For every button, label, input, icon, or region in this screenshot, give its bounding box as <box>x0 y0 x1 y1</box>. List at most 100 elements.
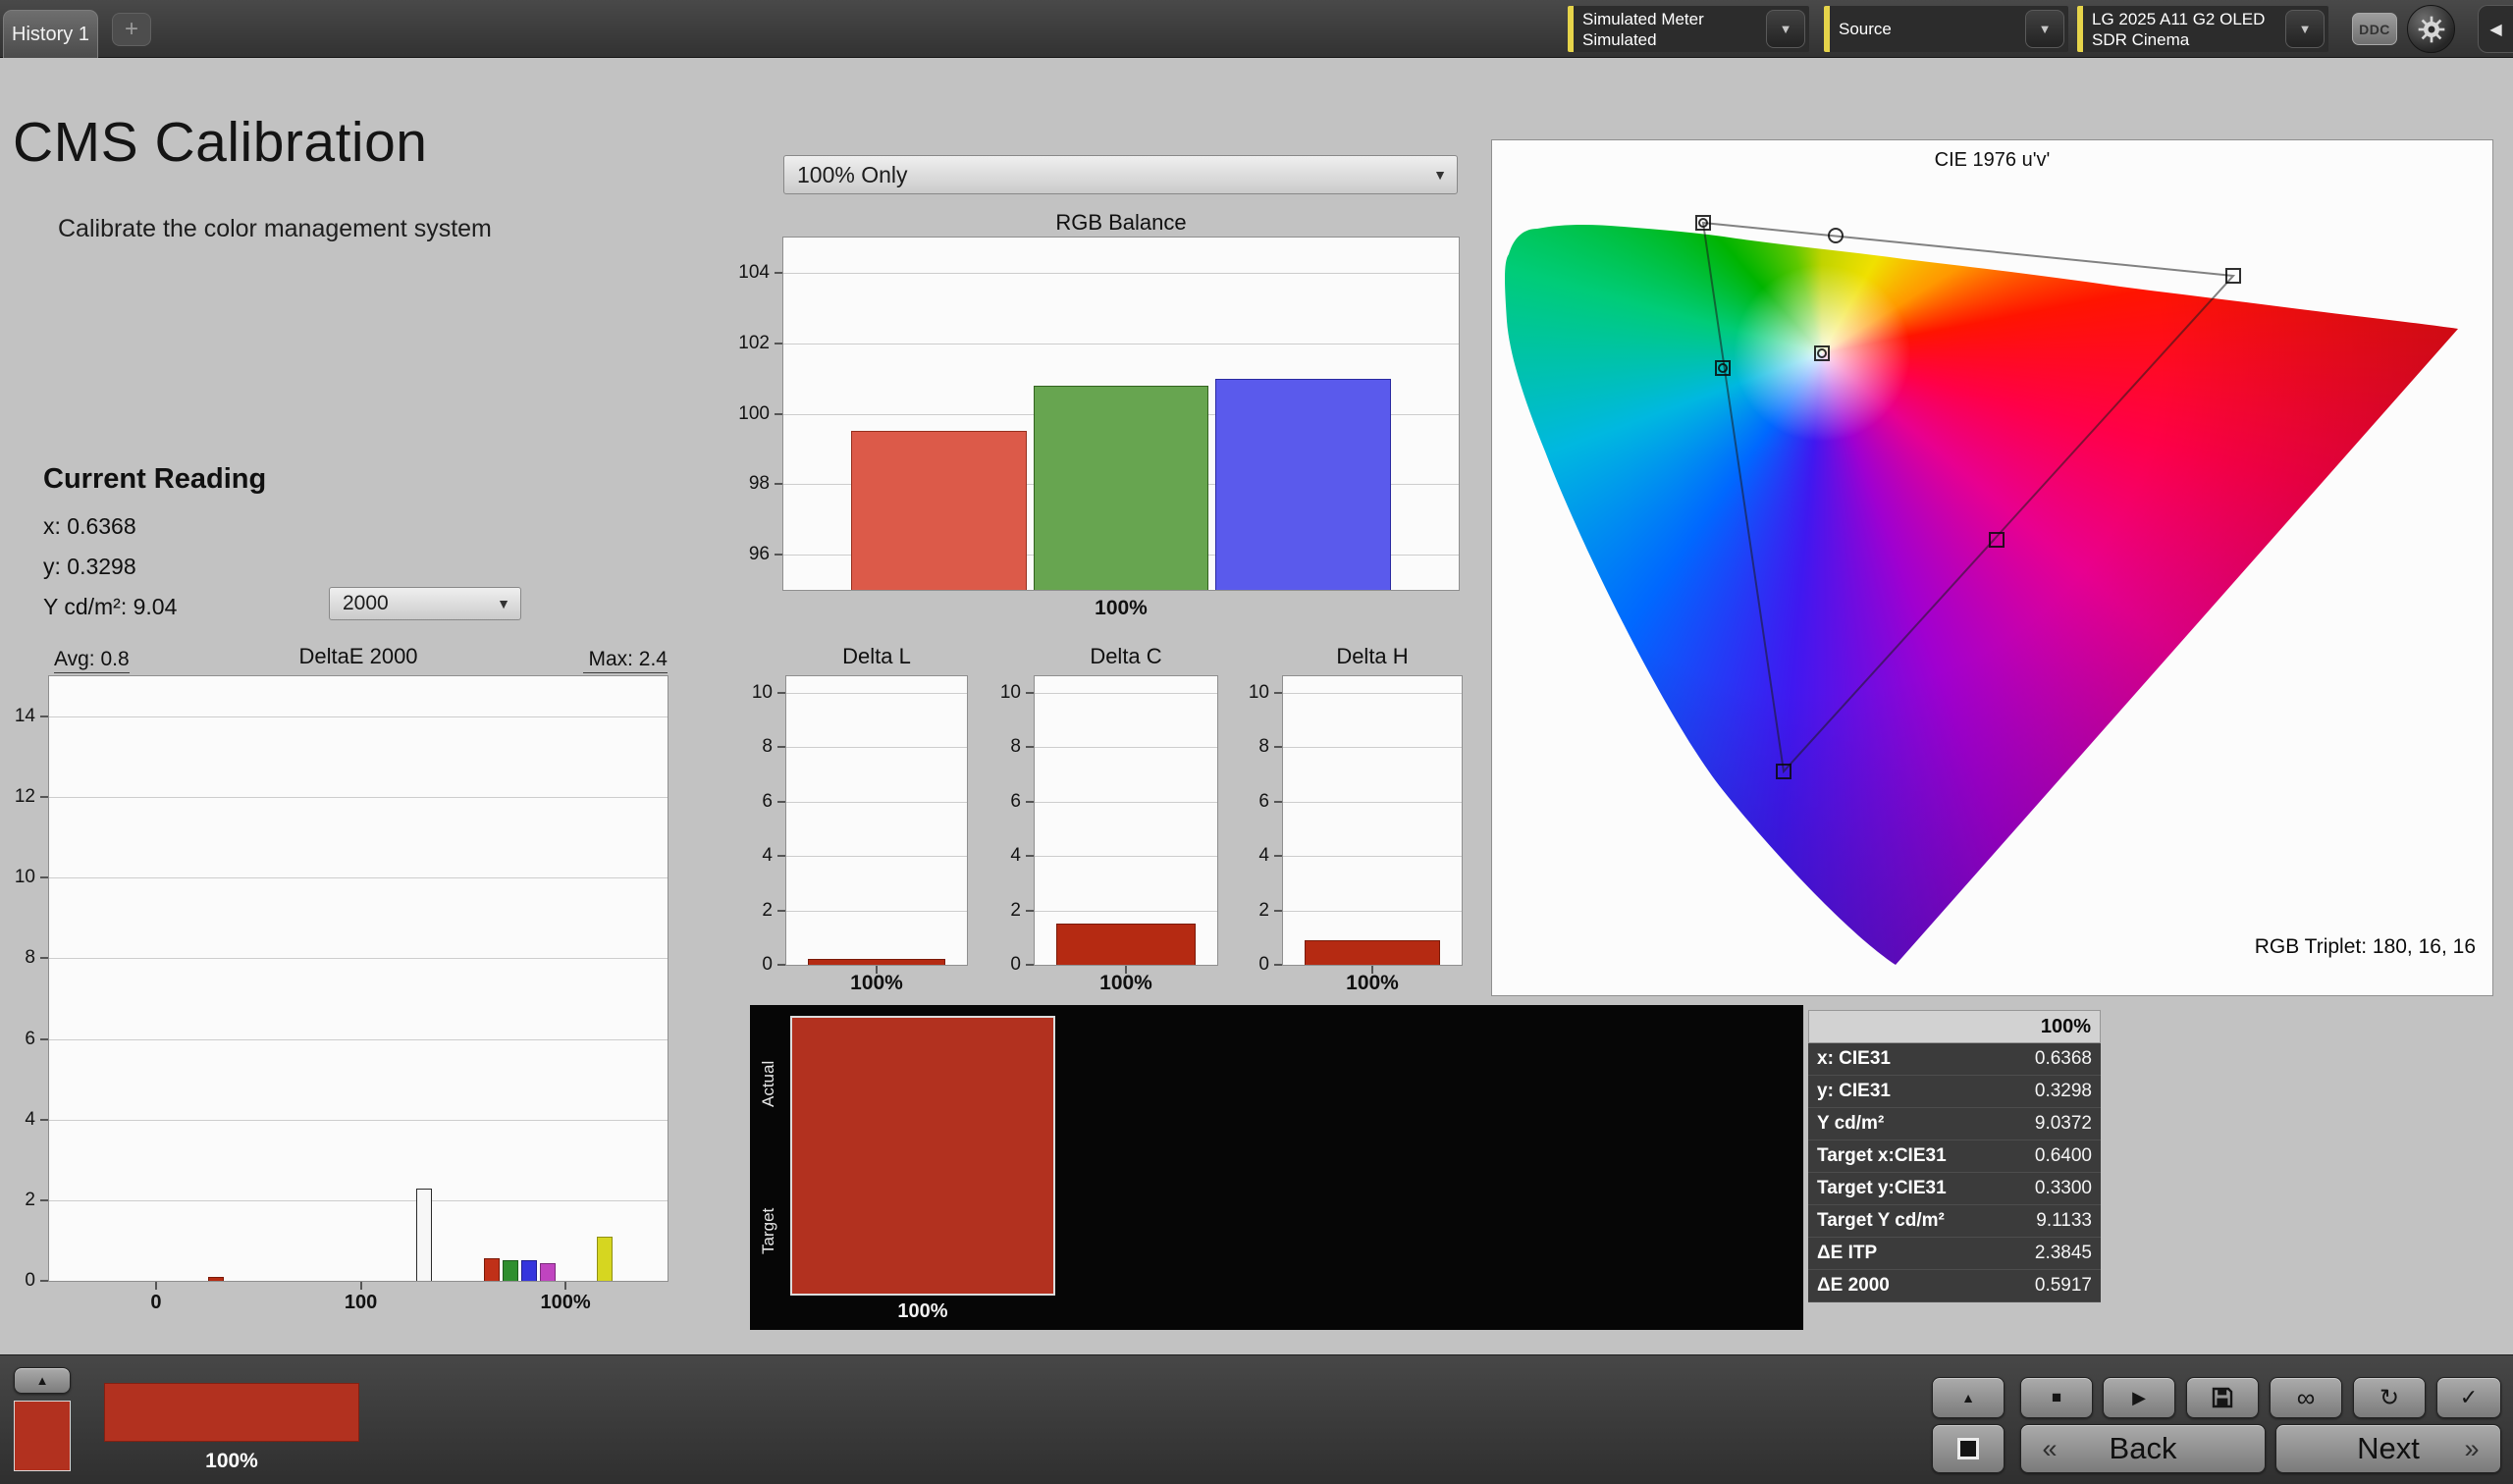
y-tick-label: 14 <box>15 706 35 727</box>
calman-window: History 1 + Simulated Meter Simulated ▼ … <box>0 0 2513 1484</box>
row-label: Target x:CIE31 <box>1817 1145 1947 1167</box>
y-tick-mark <box>40 1038 48 1040</box>
x-tick-mark <box>360 1282 362 1290</box>
gridline <box>1283 856 1462 857</box>
y-tick-mark <box>1026 692 1034 694</box>
y-tick-mark <box>775 483 782 485</box>
display-dropdown-arrow[interactable]: ▼ <box>2285 10 2325 48</box>
levels-filter-dropdown[interactable]: 100% Only ▼ <box>783 155 1458 194</box>
y-tick-label: 10 <box>1249 682 1269 704</box>
y-tick-mark <box>1274 910 1282 912</box>
source-dropdown-arrow[interactable]: ▼ <box>2025 10 2064 48</box>
accept-button[interactable]: ✓ <box>2436 1377 2501 1418</box>
y-tick-label: 98 <box>749 473 770 495</box>
display-dropdown[interactable]: LG 2025 A11 G2 OLED SDR Cinema ▼ <box>2077 6 2328 52</box>
bar-sample <box>1056 924 1195 965</box>
y-axis-tick: 10 <box>752 682 786 704</box>
y-axis-tick: 6 <box>1010 791 1035 813</box>
meter-dropdown[interactable]: Simulated Meter Simulated ▼ <box>1568 6 1809 52</box>
gridline <box>49 797 668 798</box>
x-tick-label: 100 <box>345 1292 377 1314</box>
y-axis-tick: 10 <box>1000 682 1035 704</box>
row-value: 0.3298 <box>2035 1081 2092 1102</box>
row-label: ΔE 2000 <box>1817 1275 1890 1297</box>
ddc-button[interactable]: DDC <box>2352 13 2397 45</box>
y-tick-mark <box>775 554 782 556</box>
gamut-triangle <box>1703 223 2233 771</box>
y-axis-tick: 6 <box>1258 791 1283 813</box>
tab-history-1[interactable]: History 1 <box>3 10 98 58</box>
x-tick-mark <box>155 1282 157 1290</box>
pattern-swatch-current[interactable] <box>104 1383 359 1442</box>
deltae-max-stat: Max: 2.4 <box>583 648 668 673</box>
gridline <box>786 911 967 912</box>
play-button[interactable]: ▶ <box>2103 1377 2175 1418</box>
gridline <box>1283 693 1462 694</box>
rgb-triplet-label: RGB Triplet: 180, 16, 16 <box>2255 935 2476 959</box>
gear-icon <box>2416 14 2447 45</box>
rgb-balance-chart: 9698100102104 <box>782 237 1460 591</box>
y-tick-label: 4 <box>25 1109 35 1131</box>
table-row: x: CIE310.6368 <box>1808 1043 2101 1076</box>
delta-c-chart: 0246810 <box>1034 675 1218 966</box>
y-tick-mark <box>775 343 782 344</box>
row-value: 9.1133 <box>2036 1210 2092 1232</box>
levels-filter-value: 100% Only <box>797 162 908 188</box>
pattern-list-up-button[interactable]: ▲ <box>14 1367 71 1394</box>
cie-marker-green-target <box>1828 228 1844 243</box>
measured-color-patch <box>790 1016 1055 1296</box>
double-chevron-right-icon: » <box>2459 1434 2485 1464</box>
y-axis-tick: 6 <box>762 791 786 813</box>
source-dropdown-label: Source <box>1830 19 1892 39</box>
y-axis-tick: 100 <box>738 403 783 425</box>
pattern-swatch-small[interactable] <box>14 1401 71 1471</box>
play-icon: ▶ <box>2132 1388 2146 1408</box>
y-axis-tick: 8 <box>762 736 786 758</box>
pattern-window-button[interactable] <box>1932 1424 2005 1473</box>
next-button[interactable]: Next » <box>2275 1424 2501 1473</box>
pattern-window-icon <box>1957 1438 1979 1459</box>
y-axis-tick: 4 <box>762 845 786 867</box>
current-reading-x: x: 0.6368 <box>43 513 136 540</box>
save-button[interactable] <box>2186 1377 2259 1418</box>
collapse-panel-button[interactable]: ◀ <box>2478 5 2513 53</box>
table-row: Target x:CIE310.6400 <box>1808 1140 2101 1173</box>
y-axis-tick: 10 <box>15 867 49 888</box>
refresh-button[interactable]: ↻ <box>2353 1377 2426 1418</box>
y-tick-label: 8 <box>25 947 35 969</box>
continuous-measure-button[interactable]: ∞ <box>2270 1377 2342 1418</box>
gridline <box>1283 911 1462 912</box>
double-chevron-left-icon: « <box>2037 1434 2062 1464</box>
y-axis-tick: 104 <box>738 262 783 284</box>
bar-red <box>484 1258 500 1281</box>
y-axis-tick: 0 <box>25 1270 49 1292</box>
deltae-2000-chart: 024681012140100100% <box>48 675 668 1282</box>
gridline <box>783 273 1459 274</box>
y-tick-label: 10 <box>15 867 35 888</box>
target-axis-label: Target <box>758 1182 779 1280</box>
source-dropdown[interactable]: Source ▼ <box>1824 6 2068 52</box>
settings-button[interactable] <box>2407 5 2455 53</box>
y-tick-mark <box>775 272 782 274</box>
target-level-dropdown[interactable]: 2000 ▼ <box>329 587 521 620</box>
y-tick-mark <box>777 692 785 694</box>
y-axis-tick: 8 <box>1258 736 1283 758</box>
controls-up-button[interactable]: ▲ <box>1932 1377 2005 1418</box>
back-button[interactable]: « Back <box>2020 1424 2266 1473</box>
y-tick-mark <box>1274 964 1282 966</box>
arrow-up-icon: ▲ <box>1961 1390 1975 1405</box>
y-tick-mark <box>40 796 48 798</box>
patch-x-label: 100% <box>790 1300 1055 1323</box>
y-tick-label: 4 <box>1258 845 1269 867</box>
results-table-header: 100% <box>1808 1010 2101 1043</box>
meter-dropdown-arrow[interactable]: ▼ <box>1766 10 1805 48</box>
add-tab-button[interactable]: + <box>112 13 151 46</box>
stop-button[interactable]: ■ <box>2020 1377 2093 1418</box>
y-tick-mark <box>777 801 785 803</box>
gridline <box>1035 856 1217 857</box>
delta-l-chart: 0246810 <box>785 675 968 966</box>
y-axis-tick: 6 <box>25 1029 49 1050</box>
chevron-down-icon: ▼ <box>2039 22 2052 36</box>
y-axis-tick: 0 <box>762 954 786 976</box>
cie-marker-measured-point <box>1989 532 2005 548</box>
